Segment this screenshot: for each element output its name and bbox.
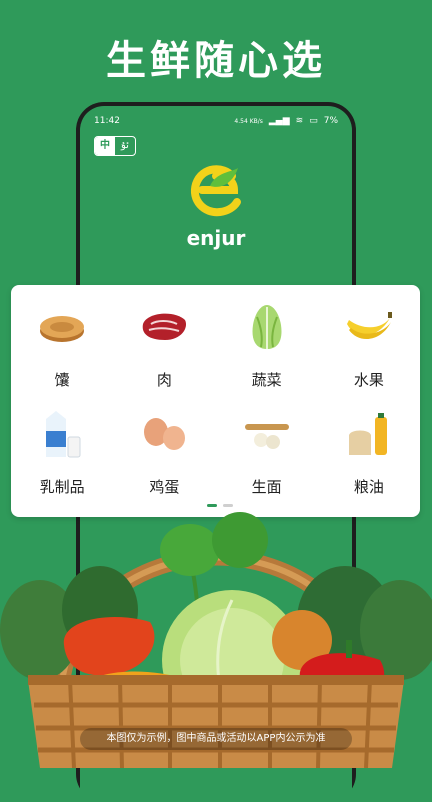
language-toggle[interactable]: 中 ئۇ: [94, 136, 136, 156]
wifi-icon: ≋: [295, 116, 304, 126]
brand-name: enjur: [186, 226, 246, 250]
lang-option-uyghur[interactable]: ئۇ: [115, 137, 135, 155]
category-meat[interactable]: 肉: [113, 297, 215, 390]
lang-option-chinese[interactable]: 中: [95, 137, 115, 155]
brand-logo-icon: [80, 162, 352, 218]
category-label: 蔬菜: [251, 371, 282, 389]
category-label: 水果: [353, 371, 384, 389]
grain-oil-icon: [339, 404, 399, 464]
battery-icon: ▭: [309, 116, 318, 126]
disclaimer-text: 本图仅为示例，图中商品或活动以APP内公示为准: [80, 728, 352, 750]
network-speed: 4.54 KB/s: [234, 117, 263, 125]
headline: 生鲜随心选: [106, 38, 326, 84]
status-bar: 11:42 4.54 KB/s ▂▄▆ ≋ ▭ 7%: [94, 114, 338, 128]
category-fruit[interactable]: 水果: [318, 297, 420, 390]
category-grid: 馕 肉 蔬菜 水果 乳制品 鸡蛋 生面 粮油: [11, 297, 420, 497]
category-label: 馕: [54, 371, 70, 389]
category-vegetables[interactable]: 蔬菜: [216, 297, 318, 390]
naan-bread-icon: [32, 297, 92, 357]
signal-icon: ▂▄▆: [268, 116, 290, 126]
status-indicators: 4.54 KB/s ▂▄▆ ≋ ▭ 7%: [234, 116, 338, 126]
dough-icon: [237, 404, 297, 464]
status-time: 11:42: [94, 116, 120, 126]
category-naan[interactable]: 馕: [11, 297, 113, 390]
milk-icon: [32, 404, 92, 464]
banana-icon: [339, 297, 399, 357]
egg-icon: [134, 404, 194, 464]
steak-icon: [134, 297, 194, 357]
vegetable-basket-illustration: [0, 512, 432, 768]
category-label: 肉: [156, 371, 172, 389]
cabbage-icon: [237, 297, 297, 357]
battery-level: 7%: [323, 116, 338, 126]
